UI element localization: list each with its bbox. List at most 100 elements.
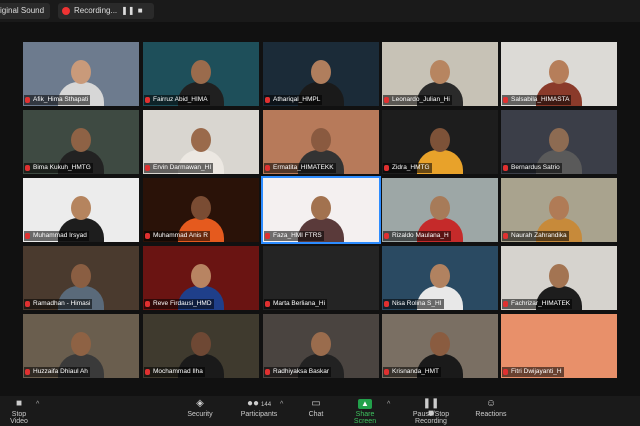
participant-tile[interactable]: Ermatita_HIMATEKK [263,110,379,174]
participant-tile[interactable]: Afik_Hima Sthapati [23,42,139,106]
participant-video-figure [534,196,584,242]
participant-video-figure [415,196,465,242]
participant-tile[interactable]: Nisa Rolina S_HI [382,246,498,310]
participant-tile[interactable]: Ervin Darmawan_HI [143,110,259,174]
stop-video-label: Stop Video [10,411,28,425]
participant-video-figure [415,128,465,174]
participant-name-label: Fairruz Abid_HIMA [144,95,210,105]
participant-name-label: Salsabila_HIMASTA [502,95,572,105]
muted-mic-icon [25,233,30,239]
pause-stop-icon: ❚❚ ■ [422,398,440,419]
participant-video-figure [176,332,226,378]
stop-recording-icon[interactable]: ■ [135,6,145,16]
muted-mic-icon [25,301,30,307]
meeting-toolbar: ■ Stop Video ^ ◈ Security ●● 144 Particip… [0,396,640,426]
muted-mic-icon [265,301,270,307]
participant-tile[interactable]: Fitri Dwijayanti_H [501,314,617,378]
participant-tile[interactable]: Rizaldo Maulana_H [382,178,498,242]
participant-name-label: Ramadhan - Himasi [24,299,93,309]
pause-recording-icon[interactable]: ❚❚ [121,6,134,16]
participant-tile[interactable]: Zidra_HMTG [382,110,498,174]
participant-tile[interactable]: Salsabila_HIMASTA [501,42,617,106]
muted-mic-icon [145,369,150,375]
original-sound-toggle[interactable]: iginal Sound [0,3,50,19]
muted-mic-icon [503,165,508,171]
participant-name-label: Krisnanda_HMT [383,367,441,377]
participant-tile[interactable]: Fairruz Abid_HIMA [143,42,259,106]
chat-label: Chat [308,411,324,418]
participant-tile[interactable]: Radhiyaksa Baskar [263,314,379,378]
participant-name-label: Fitri Dwijayanti_H [502,367,564,377]
participant-tile[interactable]: Huzzaifa Dhiaul Ah [23,314,139,378]
participant-name-label: Ervin Darmawan_HI [144,163,214,173]
muted-mic-icon [503,369,508,375]
participant-tile[interactable]: Ramadhan - Himasi [23,246,139,310]
participant-tile[interactable]: Reve Firdausi_HMD [143,246,259,310]
participant-tile[interactable]: Athariqal_HMPL [263,42,379,106]
participant-name-label: Athariqal_HMPL [264,95,323,105]
muted-mic-icon [384,97,389,103]
participant-video-figure [176,60,226,106]
participant-video-figure [296,196,346,242]
participant-tile[interactable]: Faza_HMI FTRS [261,176,381,244]
participant-tile[interactable]: Bima Kukuh_HMTG [23,110,139,174]
participant-tile[interactable]: Muhammad Anis R [143,178,259,242]
video-options-caret-icon[interactable]: ^ [36,401,39,408]
muted-mic-icon [25,97,30,103]
muted-mic-icon [265,97,270,103]
shield-icon: ◈ [196,398,204,409]
muted-mic-icon [145,233,150,239]
recording-label: Recording... [74,6,118,15]
chat-button[interactable]: ▭ Chat [304,396,328,426]
participant-name-label: Huzzaifa Dhiaul Ah [24,367,90,377]
participant-tile[interactable]: Naurah Zahrandika [501,178,617,242]
participant-name-label: Bernardus Satrio [502,163,562,173]
participant-tile[interactable]: Bernardus Satrio [501,110,617,174]
recording-dot-icon [62,7,70,15]
participant-name-label: Ermatita_HIMATEKK [264,163,336,173]
participant-tile[interactable]: Fachrizar_HIMATEK [501,246,617,310]
reactions-button[interactable]: ☺ Reactions [474,396,508,426]
participant-tile[interactable]: Muhammad Irsyad [23,178,139,242]
stop-video-button[interactable]: ■ Stop Video [2,396,36,426]
muted-mic-icon [265,233,270,239]
participant-tile[interactable]: Mochammad Ilha [143,314,259,378]
muted-mic-icon [384,369,389,375]
record-label: Pause/Stop Recording [412,411,450,425]
muted-mic-icon [145,97,150,103]
security-button[interactable]: ◈ Security [184,396,216,426]
muted-mic-icon [503,97,508,103]
participant-video-figure [534,128,584,174]
participant-name-label: Reve Firdausi_HMD [144,299,214,309]
participant-name-label: Marta Berliana_Hi [264,299,328,309]
participant-name-label: Radhiyaksa Baskar [264,367,331,377]
recording-indicator: Recording... ❚❚ ■ [58,3,154,19]
muted-mic-icon [384,165,389,171]
participant-video-figure [415,332,465,378]
participant-name-label: Mochammad Ilha [144,367,205,377]
pause-stop-recording-button[interactable]: ❚❚ ■ Pause/Stop Recording [396,396,466,426]
participant-tile[interactable]: Krisnanda_HMT [382,314,498,378]
muted-mic-icon [265,369,270,375]
participants-options-caret-icon[interactable]: ^ [280,401,283,408]
share-screen-button[interactable]: ▲ Share Screen [344,396,386,426]
participant-tile[interactable]: Marta Berliana_Hi [263,246,379,310]
muted-mic-icon [265,165,270,171]
participant-video-figure [176,196,226,242]
participant-video-figure [534,60,584,106]
emoji-icon: ☺ [485,398,497,409]
participant-video-figure [296,60,346,106]
participant-tile[interactable]: Leonardo_Julian_Hi [382,42,498,106]
participant-name-label: Zidra_HMTG [383,163,432,173]
participant-name-label: Muhammad Anis R [144,231,210,241]
participant-video-figure [56,196,106,242]
participant-name-label: Naurah Zahrandika [502,231,569,241]
share-screen-icon: ▲ [358,399,372,409]
participants-button[interactable]: ●● 144 Participants [238,396,280,426]
security-label: Security [187,411,213,418]
participant-name-label: Nisa Rolina S_HI [383,299,444,309]
participants-icon: ●● 144 [246,398,272,409]
original-sound-label: iginal Sound [0,6,45,15]
share-options-caret-icon[interactable]: ^ [387,401,390,408]
muted-mic-icon [145,165,150,171]
